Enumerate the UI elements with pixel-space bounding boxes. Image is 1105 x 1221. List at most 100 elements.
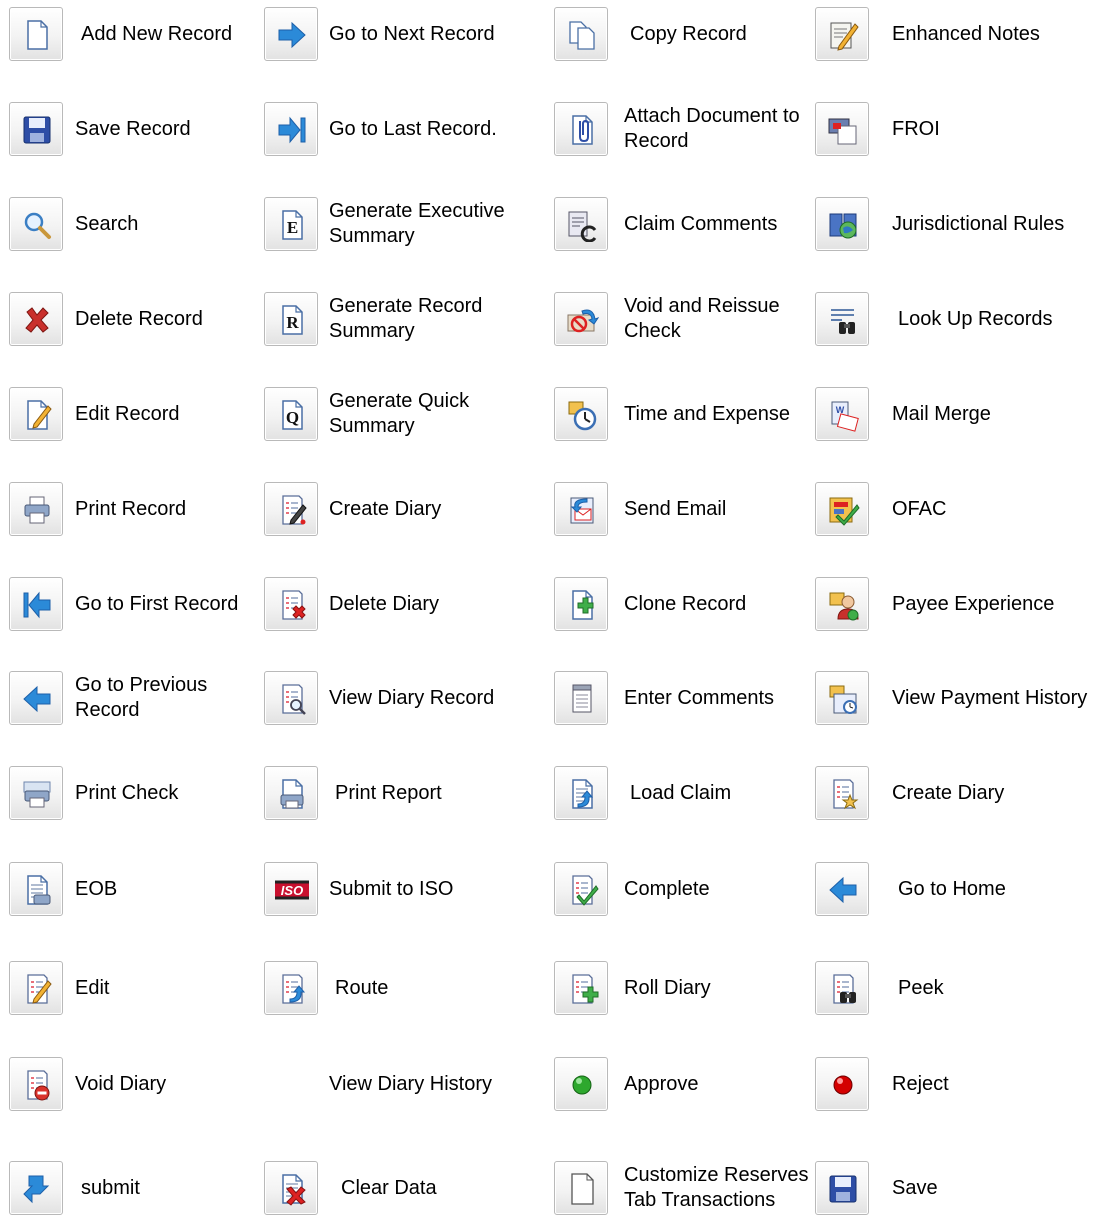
mail-merge-button[interactable]: W bbox=[815, 387, 869, 441]
legend-label: Mail Merge bbox=[892, 385, 1105, 443]
notepad-button[interactable] bbox=[554, 671, 608, 725]
legend-label: Edit bbox=[75, 959, 255, 1017]
legend-label-text: Search bbox=[75, 212, 139, 235]
legend-label: View Diary Record bbox=[329, 669, 534, 727]
load-claim-icon bbox=[572, 779, 594, 809]
right-arrow-button[interactable] bbox=[264, 7, 318, 61]
create-diary-button[interactable] bbox=[264, 482, 318, 536]
legend-label: Look Up Records bbox=[898, 290, 1105, 348]
legend-label: Route bbox=[335, 959, 540, 1017]
eob-printer-button[interactable] bbox=[9, 862, 63, 916]
blank-page-button[interactable] bbox=[554, 1161, 608, 1215]
legend-label: Create Diary bbox=[329, 480, 534, 538]
printer-button[interactable] bbox=[9, 482, 63, 536]
legend-label-text: Submit to ISO bbox=[329, 877, 454, 900]
print-check-button[interactable] bbox=[9, 766, 63, 820]
void-reissue-check-button[interactable] bbox=[554, 292, 608, 346]
legend-label-text: Edit bbox=[75, 976, 110, 999]
roll-diary-button[interactable] bbox=[554, 961, 608, 1015]
legend-label: Enter Comments bbox=[624, 669, 809, 727]
payee-person-button[interactable] bbox=[815, 577, 869, 631]
legend-label-text: Go to Next Record bbox=[329, 22, 495, 45]
legend-label-text: Add New Record bbox=[81, 22, 233, 45]
legend-label-text: Enhanced Notes bbox=[892, 22, 1040, 45]
froi-button[interactable] bbox=[815, 102, 869, 156]
globe-book-button[interactable] bbox=[815, 197, 869, 251]
load-claim-button[interactable] bbox=[554, 766, 608, 820]
legend-label: Create Diary bbox=[892, 764, 1105, 822]
send-email-button[interactable] bbox=[554, 482, 608, 536]
legend-label: Go to First Record bbox=[75, 575, 255, 633]
last-record-arrow-icon bbox=[278, 116, 306, 144]
delete-diary-button[interactable] bbox=[264, 577, 318, 631]
print-check-icon bbox=[23, 781, 51, 808]
time-expense-clock-button[interactable] bbox=[554, 387, 608, 441]
red-dot-button[interactable] bbox=[815, 1057, 869, 1111]
iso-badge-button[interactable]: ISO bbox=[264, 862, 318, 916]
clone-plus-button[interactable] bbox=[554, 577, 608, 631]
legend-label: Peek bbox=[898, 959, 1105, 1017]
claim-comments-icon bbox=[568, 211, 597, 242]
copy-documents-button[interactable] bbox=[554, 7, 608, 61]
legend-label: Complete bbox=[624, 860, 809, 918]
submit-arrow-button[interactable] bbox=[9, 1161, 63, 1215]
legend-label-text: Load Claim bbox=[630, 781, 732, 804]
enhanced-notes-button[interactable] bbox=[815, 7, 869, 61]
binoculars-list-button[interactable] bbox=[815, 292, 869, 346]
roll-diary-icon bbox=[572, 974, 599, 1004]
clone-plus-icon bbox=[572, 590, 594, 620]
letter-q-button[interactable]: Q bbox=[264, 387, 318, 441]
diary-edit-pencil-button[interactable] bbox=[9, 961, 63, 1015]
legend-label-text: Approve bbox=[624, 1072, 699, 1095]
legend-label-text: FROI bbox=[892, 117, 940, 140]
legend-label: Go to Previous Record bbox=[75, 669, 255, 727]
ofac-check-button[interactable] bbox=[815, 482, 869, 536]
last-record-arrow-button[interactable] bbox=[264, 102, 318, 156]
legend-label: Claim Comments bbox=[624, 195, 809, 253]
letter-q-icon: Q bbox=[282, 400, 303, 430]
edit-pencil-button[interactable] bbox=[9, 387, 63, 441]
edit-pencil-icon bbox=[27, 400, 52, 430]
submit-arrow-icon bbox=[23, 1175, 50, 1204]
void-diary-button[interactable] bbox=[9, 1057, 63, 1111]
left-arrow-button[interactable] bbox=[9, 671, 63, 725]
legend-label-text: View Diary History bbox=[329, 1072, 492, 1095]
first-record-arrow-button[interactable] bbox=[9, 577, 63, 631]
legend-label: Save Record bbox=[75, 100, 255, 158]
create-diary-star-button[interactable] bbox=[815, 766, 869, 820]
letter-r-button[interactable]: R bbox=[264, 292, 318, 346]
home-arrow-button[interactable] bbox=[815, 862, 869, 916]
new-document-button[interactable] bbox=[9, 7, 63, 61]
view-diary-magnifier-button[interactable] bbox=[264, 671, 318, 725]
save-disk-button[interactable] bbox=[9, 102, 63, 156]
complete-check-icon bbox=[572, 875, 599, 906]
legend-label-text: Void Diary bbox=[75, 1072, 167, 1095]
legend-label-text: View Diary Record bbox=[329, 686, 495, 709]
legend-label: OFAC bbox=[892, 480, 1105, 538]
peek-binoculars-icon bbox=[833, 974, 856, 1004]
claim-comments-button[interactable] bbox=[554, 197, 608, 251]
save-disk-button[interactable] bbox=[815, 1161, 869, 1215]
legend-label-text: Attach Document to Record bbox=[624, 105, 800, 152]
red-x-button[interactable] bbox=[9, 292, 63, 346]
legend-label-text: Delete Diary bbox=[329, 592, 440, 615]
copy-documents-icon bbox=[569, 21, 595, 50]
clear-data-button[interactable] bbox=[264, 1161, 318, 1215]
legend-label: FROI bbox=[892, 100, 1105, 158]
legend-label-text: Generate Executive Summary bbox=[329, 200, 505, 247]
green-dot-button[interactable] bbox=[554, 1057, 608, 1111]
legend-label: Generate Quick Summary bbox=[329, 385, 534, 443]
letter-e-button[interactable]: E bbox=[264, 197, 318, 251]
icon-glyph-text: R bbox=[286, 313, 299, 332]
peek-binoculars-button[interactable] bbox=[815, 961, 869, 1015]
paperclip-button[interactable] bbox=[554, 102, 608, 156]
legend-label: Save bbox=[892, 1159, 1105, 1217]
payment-history-button[interactable] bbox=[815, 671, 869, 725]
route-diary-button[interactable] bbox=[264, 961, 318, 1015]
legend-label-text: Go to Home bbox=[898, 877, 1006, 900]
magnifier-button[interactable] bbox=[9, 197, 63, 251]
letter-r-icon: R bbox=[282, 305, 303, 335]
print-report-button[interactable] bbox=[264, 766, 318, 820]
complete-check-button[interactable] bbox=[554, 862, 608, 916]
icon-glyph-text: ISO bbox=[281, 883, 303, 898]
